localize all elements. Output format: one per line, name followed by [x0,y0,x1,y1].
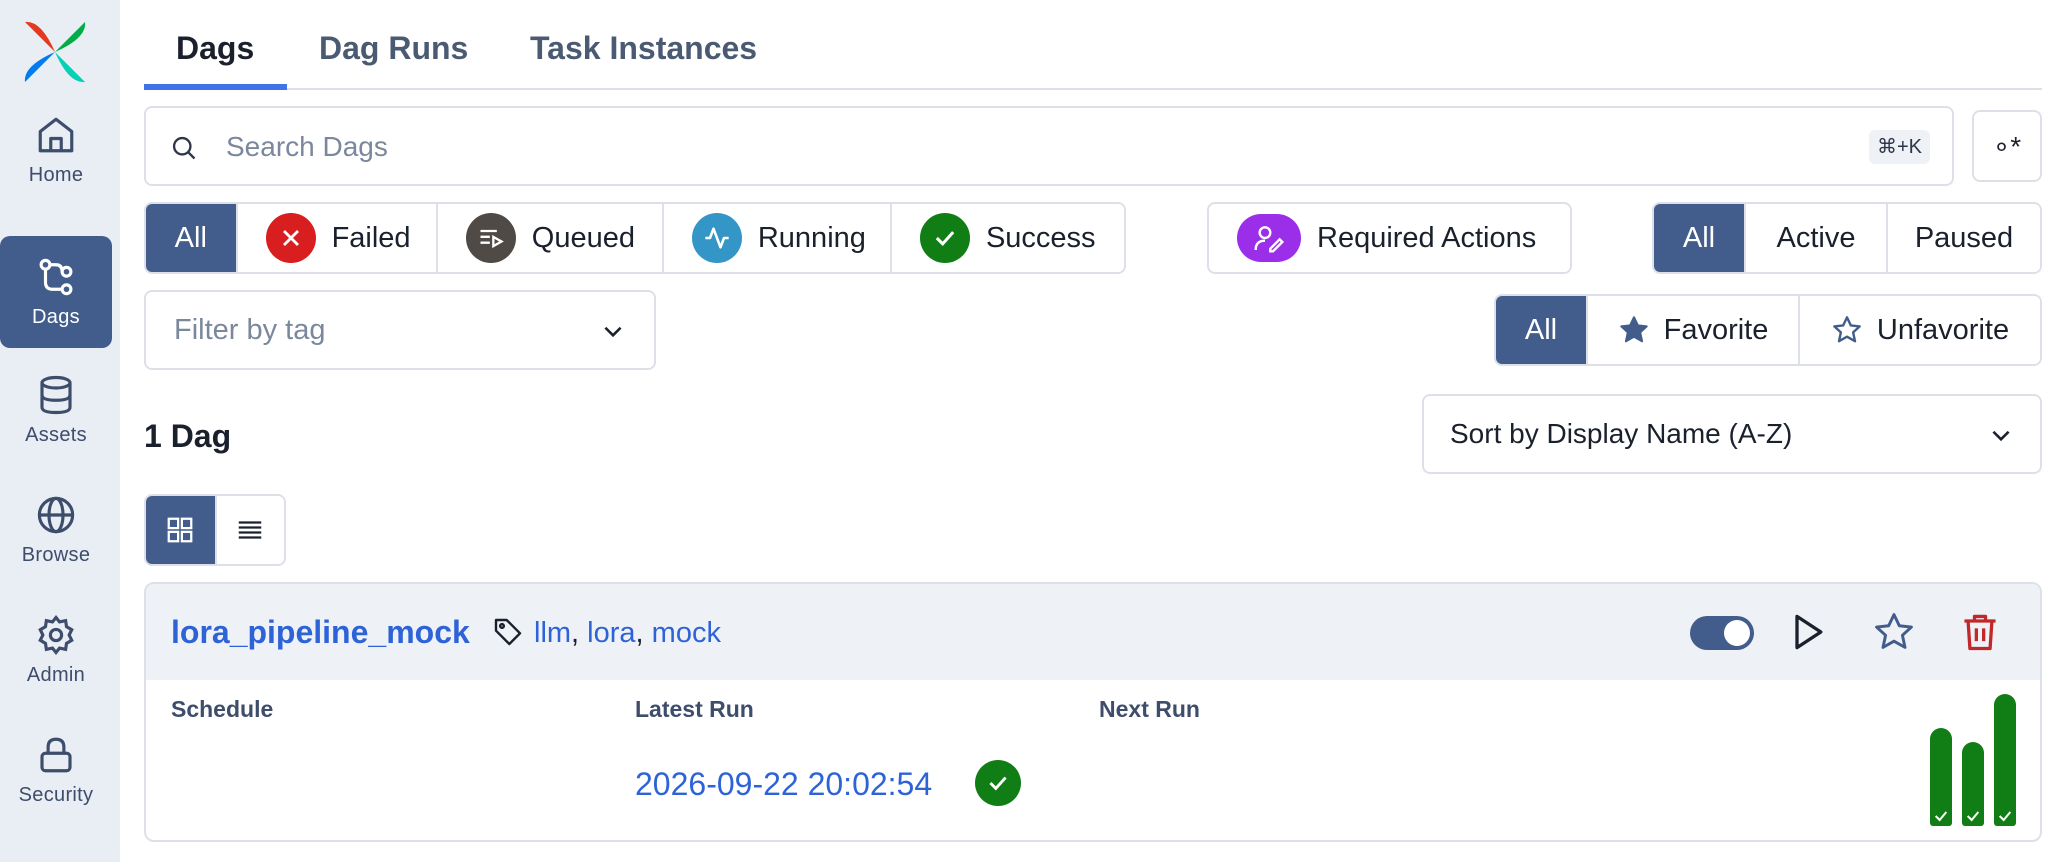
star-outline-icon [1833,316,1861,343]
filter-paused[interactable]: Paused [1888,204,2040,272]
search-box: ⌘+K [144,106,1954,186]
latest-run-label: Latest Run [635,696,754,722]
database-icon [40,375,72,414]
required-actions-label: Required Actions [1317,221,1537,254]
recent-run-bar[interactable] [1930,728,1952,826]
lock-icon [40,737,72,772]
sort-select[interactable]: Sort by Display Name (A-Z) [1422,394,2042,474]
state-filter-group: All Failed Queued Running Success [144,202,1126,274]
dag-tag-link[interactable]: mock [652,617,721,649]
filter-state-running[interactable]: Running [663,204,892,272]
star-outline-icon [1875,613,1913,649]
tab-dag-runs[interactable]: Dag Runs [319,30,468,67]
play-icon [1795,614,1823,650]
sidebar-item-dags[interactable]: Dags [0,236,112,348]
sidebar-item-security[interactable]: Security [0,714,112,826]
failed-icon [265,213,316,263]
dag-tag-link[interactable]: llm [534,617,571,649]
recent-run-bar[interactable] [1994,694,2016,826]
tag-filter-placeholder: Filter by tag [174,314,326,346]
run-success-icon [975,760,1021,806]
sidebar-item-home[interactable]: Home [0,94,112,206]
favorite-filter-group: All Favorite Unfavorite [1494,294,2042,366]
trash-icon [1964,614,1996,651]
pause-toggle[interactable] [1690,616,1754,650]
sidebar-item-assets[interactable]: Assets [0,354,112,466]
filter-paused-all[interactable]: All [1654,204,1746,272]
dag-card-header: lora_pipeline_mock llm, lora, mock [146,584,2040,680]
paused-filter-group: All Active Paused [1652,202,2042,274]
favorite-toggle-button[interactable] [1872,610,1916,654]
dag-id-link[interactable]: lora_pipeline_mock [171,614,470,651]
sidebar-item-admin[interactable]: Admin [0,594,112,706]
gear-icon [38,614,74,655]
dag-card: lora_pipeline_mock llm, lora, mock Sched… [144,582,2042,842]
tab-bar: Dags Dag Runs Task Instances [144,0,2042,90]
sidebar-item-browse[interactable]: Browse [0,474,112,586]
filter-state-all[interactable]: All [146,204,238,272]
airflow-logo[interactable] [21,18,89,86]
tab-dags[interactable]: Dags [176,30,254,67]
filter-label: Queued [531,221,635,254]
dag-count: 1 Dag [144,418,232,454]
required-actions-button[interactable]: Required Actions [1207,202,1572,274]
dag-tags: llm, lora, mock [534,617,721,649]
dag-icon [39,258,73,295]
filter-unfavorite[interactable]: Unfavorite [1800,296,2040,364]
search-icon [172,136,196,160]
grid-icon [168,517,193,543]
tab-task-instances[interactable]: Task Instances [530,30,757,67]
home-icon [38,117,74,152]
trigger-dag-button[interactable] [1786,610,1830,654]
sidebar: Home Dags Assets Browse Admin Security [0,0,120,862]
success-icon [919,213,970,263]
filter-label: Running [757,221,866,254]
latest-run-link[interactable]: 2026-09-22 20:02:54 [635,766,932,803]
sidebar-item-label: Admin [26,663,86,686]
search-shortcut-badge: ⌘+K [1868,130,1930,164]
filter-label: Failed [331,221,411,254]
sidebar-item-label: Security [18,783,94,806]
star-filled-icon [1619,316,1648,343]
table-view-button[interactable] [214,496,284,564]
card-view-button[interactable] [146,496,215,564]
filter-state-queued[interactable]: Queued [437,204,664,272]
sidebar-item-label: Browse [21,543,91,566]
sort-selected-value: Sort by Display Name (A-Z) [1450,418,1793,449]
next-run-label: Next Run [1099,696,1200,722]
delete-dag-button[interactable] [1958,610,2002,654]
filter-state-success[interactable]: Success [891,204,1124,272]
filter-label: Unfavorite [1876,313,2010,346]
filter-label: Favorite [1663,313,1769,346]
chevron-down-icon [604,326,622,338]
tag-filter-select[interactable]: Filter by tag [144,290,656,370]
running-icon [691,213,742,263]
filter-label: Success [985,221,1096,254]
queued-icon [465,213,516,263]
recent-run-bar[interactable] [1962,742,1984,826]
filter-favorite[interactable]: Favorite [1588,296,1800,364]
tag-icon [494,618,522,646]
list-icon [239,521,262,539]
sidebar-item-label: Dags [32,305,80,328]
schedule-label: Schedule [171,696,274,722]
regex-toggle-button[interactable]: ∘* [1972,110,2042,182]
dag-tag-link[interactable]: lora [587,617,635,649]
filter-favorite-all[interactable]: All [1496,296,1588,364]
sidebar-item-label: Assets [25,423,87,446]
chevron-down-icon [1992,430,2010,442]
active-tab-indicator [144,84,287,90]
filter-active[interactable]: Active [1746,204,1888,272]
globe-icon [37,496,75,533]
search-input[interactable] [226,122,1826,172]
user-check-icon [1237,214,1301,262]
view-mode-toggle [144,494,286,566]
sidebar-item-label: Home [28,163,84,186]
filter-state-failed[interactable]: Failed [237,204,438,272]
